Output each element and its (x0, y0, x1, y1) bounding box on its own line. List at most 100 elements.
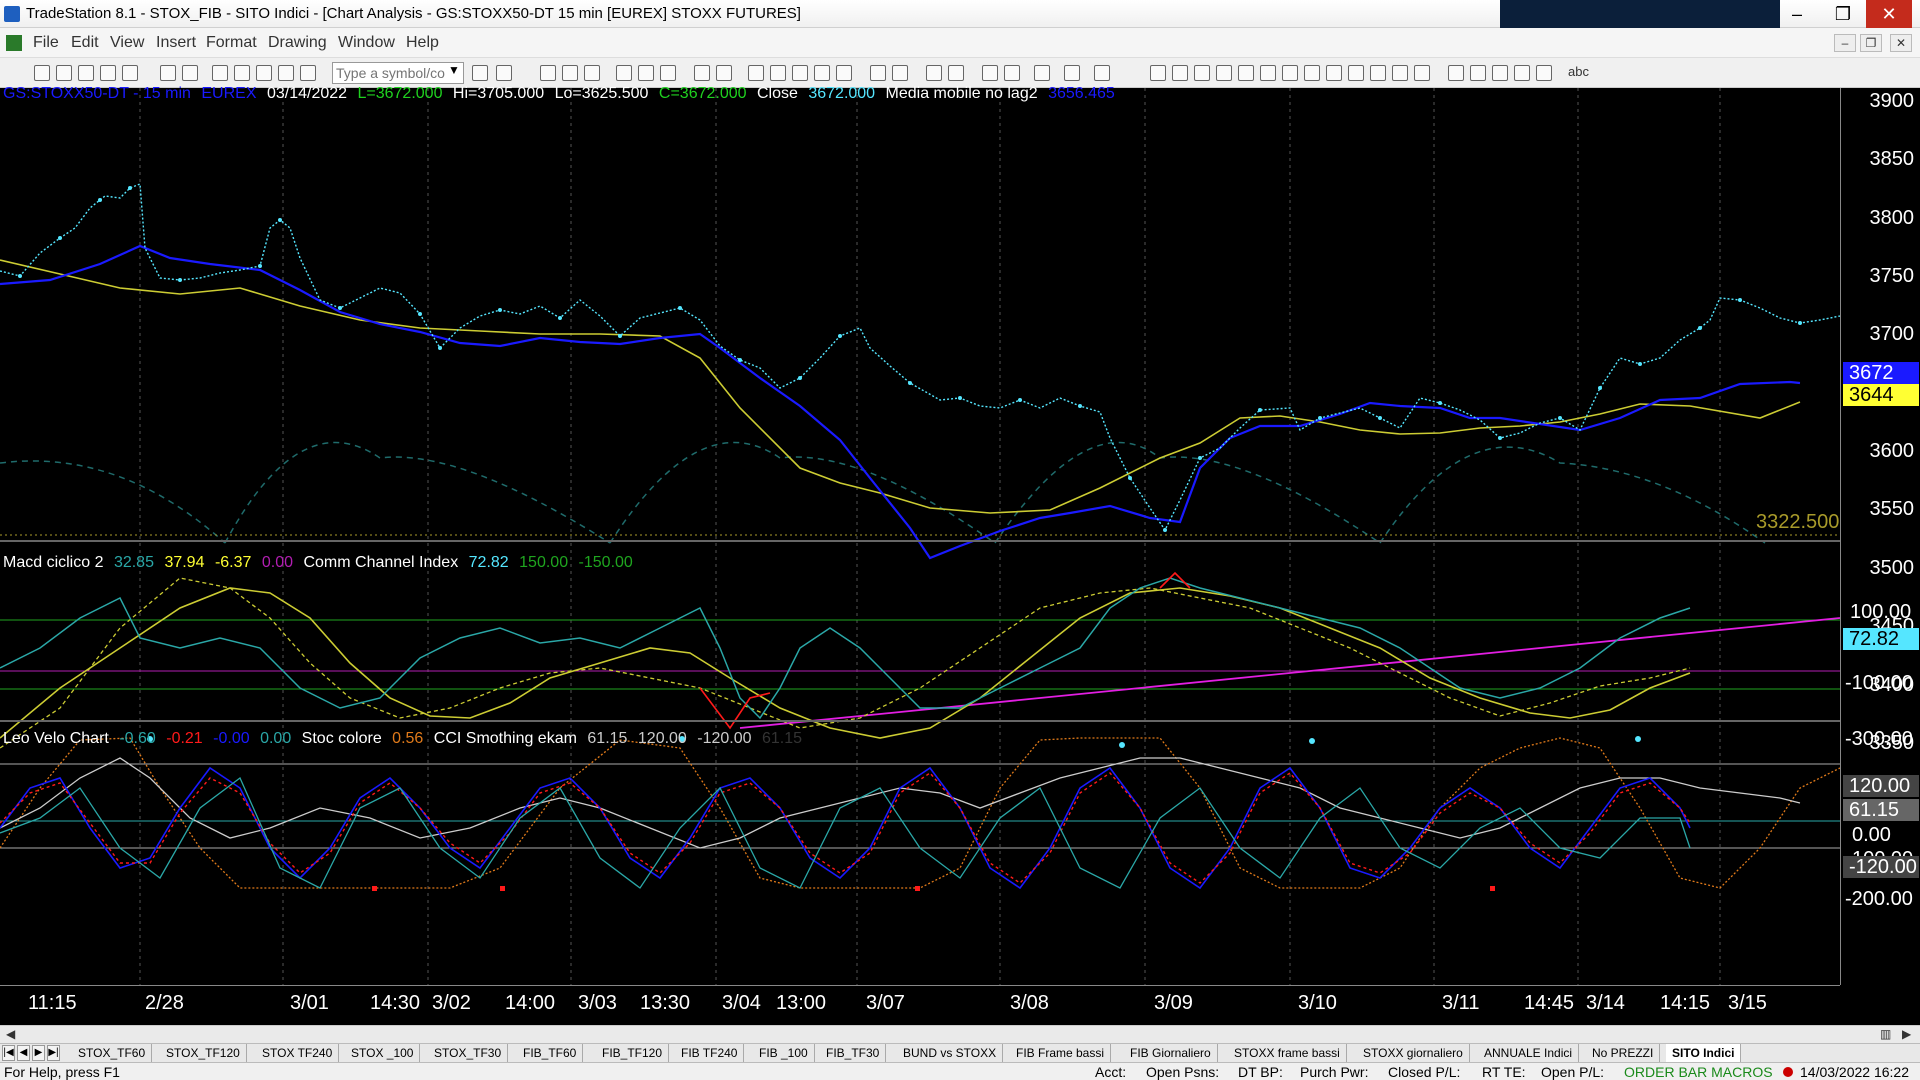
regression-icon[interactable] (1326, 65, 1342, 81)
arrow-down-icon[interactable] (1470, 65, 1486, 81)
chart-analysis-window[interactable]: GS:STOXX50-DT - 15 min EUREX 03/14/2022 … (0, 85, 1920, 1025)
menu-drawing[interactable]: Drawing (268, 34, 327, 52)
horizontal-scrollbar[interactable]: ◀ ▥ ▶ (0, 1025, 1920, 1043)
tab-fib-tf120[interactable]: FIB_TF120 (596, 1044, 670, 1063)
ohlc-icon[interactable] (836, 65, 852, 81)
insert-strategy-icon[interactable] (716, 65, 732, 81)
scroll-left-icon[interactable] (870, 65, 886, 81)
save-workspace-icon[interactable] (122, 65, 138, 81)
tab-stoxx-giornaliero[interactable]: STOXX giornaliero (1357, 1044, 1470, 1063)
text-tool-icon[interactable]: abc (1568, 64, 1589, 79)
chart-canvas[interactable] (0, 88, 1840, 985)
tab-stox-tf240[interactable]: STOX TF240 (256, 1044, 340, 1063)
ellipse-icon[interactable] (1514, 65, 1530, 81)
zoom-in-icon[interactable] (926, 65, 942, 81)
tab-fib-giornaliero[interactable]: FIB Giornaliero (1124, 1044, 1218, 1063)
minimize-button[interactable]: – (1774, 0, 1820, 28)
tab-annuale-indici[interactable]: ANNUALE Indici (1478, 1044, 1580, 1063)
tab-fib-tf30[interactable]: FIB_TF30 (820, 1044, 887, 1063)
arrow-up-icon[interactable] (1492, 65, 1508, 81)
insert-indicator-icon[interactable] (694, 65, 710, 81)
tab-fib-frame-bassi[interactable]: FIB Frame bassi (1010, 1044, 1112, 1063)
arc-icon[interactable] (1370, 65, 1386, 81)
chart-window-icon[interactable] (6, 35, 22, 51)
radar-icon[interactable] (770, 65, 786, 81)
pencil-icon[interactable] (1414, 65, 1430, 81)
tab-last-button[interactable]: ▶| (47, 1045, 60, 1061)
menu-insert[interactable]: Insert (156, 34, 196, 52)
open-workspace-icon[interactable] (78, 65, 94, 81)
delete-drawing-icon[interactable] (1094, 65, 1110, 81)
tab-stox-tf60[interactable]: STOX_TF60 (72, 1044, 153, 1063)
candle-icon[interactable] (814, 65, 830, 81)
tab-bund-vs-stoxx[interactable]: BUND vs STOXX (897, 1044, 1004, 1063)
tab-stoxx-frame-bassi[interactable]: STOXX frame bassi (1228, 1044, 1347, 1063)
channel-icon[interactable] (1304, 65, 1320, 81)
andrews-pitchfork-icon[interactable] (1238, 65, 1254, 81)
freehand-icon[interactable] (1448, 65, 1464, 81)
tab-no-prezzi[interactable]: No PREZZI (1586, 1044, 1661, 1063)
tab-fib-tf240[interactable]: FIB TF240 (675, 1044, 745, 1063)
tab-next-button[interactable]: ▶ (32, 1045, 45, 1061)
open-icon[interactable] (56, 65, 72, 81)
window-icon[interactable] (212, 65, 228, 81)
tab-first-button[interactable]: |◀ (2, 1045, 15, 1061)
menu-format[interactable]: Format (206, 34, 257, 52)
scroll-right-arrow-icon[interactable]: ▶ (1902, 1027, 1911, 1041)
tab-fib-tf60[interactable]: FIB_TF60 (517, 1044, 584, 1063)
fibonacci-icon[interactable] (1216, 65, 1232, 81)
tools-icon[interactable] (1034, 65, 1050, 81)
grid-icon[interactable] (540, 65, 556, 81)
menu-view[interactable]: View (110, 34, 144, 52)
rectangle-icon[interactable] (1536, 65, 1552, 81)
menu-edit[interactable]: Edit (71, 34, 99, 52)
close-button[interactable]: ✕ (1866, 0, 1912, 28)
time-zones-icon[interactable] (1282, 65, 1298, 81)
tab-prev-button[interactable]: ◀ (17, 1045, 30, 1061)
bar-chart-icon[interactable] (792, 65, 808, 81)
symbol-input[interactable] (332, 62, 464, 84)
table-icon[interactable] (584, 65, 600, 81)
chart-type-icon[interactable] (616, 65, 632, 81)
status-order-bar-macros[interactable]: ORDER BAR MACROS (1624, 1064, 1773, 1080)
gann-fan-icon[interactable] (1260, 65, 1276, 81)
speedline-icon[interactable] (1348, 65, 1364, 81)
scroll-left-arrow-icon[interactable]: ◀ (6, 1027, 15, 1041)
alert-icon[interactable] (278, 65, 294, 81)
lock-icon[interactable] (234, 65, 250, 81)
tab-stox-tf120[interactable]: STOX_TF120 (160, 1044, 247, 1063)
tab-fib-100[interactable]: FIB _100 (753, 1044, 815, 1063)
print-icon[interactable] (160, 65, 176, 81)
chart-format-icon[interactable] (660, 65, 676, 81)
maximize-button[interactable]: ❐ (1820, 0, 1866, 28)
cascade-icon[interactable] (256, 65, 272, 81)
analysis-icon[interactable] (748, 65, 764, 81)
horizontal-lines-icon[interactable] (1194, 65, 1210, 81)
tab-stox-tf30[interactable]: STOX_TF30 (428, 1044, 509, 1063)
symbol-dropdown-icon[interactable]: ▼ (448, 63, 460, 77)
scroll-right-icon[interactable] (892, 65, 908, 81)
menu-window[interactable]: Window (338, 34, 395, 52)
tab-sito-indici[interactable]: SITO Indici (1666, 1044, 1742, 1063)
mdi-close-button[interactable]: ✕ (1890, 34, 1912, 52)
order-bar-icon[interactable] (1064, 65, 1080, 81)
mdi-restore-button[interactable]: ❐ (1860, 34, 1882, 52)
symbol-lookup-icon[interactable] (496, 65, 512, 81)
data-window-icon[interactable] (1004, 65, 1020, 81)
pane-separator[interactable] (0, 720, 1920, 722)
time-axis[interactable]: 11:15 2/28 3/01 14:30 3/02 14:00 3/03 13… (0, 985, 1840, 1025)
pointer-icon[interactable] (982, 65, 998, 81)
menu-help[interactable]: Help (406, 34, 439, 52)
save-icon[interactable] (100, 65, 116, 81)
menu-file[interactable]: File (33, 34, 59, 52)
new-icon[interactable] (34, 65, 50, 81)
scroll-thumb[interactable]: ▥ (1880, 1027, 1891, 1041)
go-icon[interactable] (472, 65, 488, 81)
vertical-lines-icon[interactable] (1172, 65, 1188, 81)
trendline-icon[interactable] (1150, 65, 1166, 81)
globe-icon[interactable] (300, 65, 316, 81)
print-preview-icon[interactable] (182, 65, 198, 81)
chart-style-icon[interactable] (638, 65, 654, 81)
cycle-lines-icon[interactable] (1392, 65, 1408, 81)
list-icon[interactable] (562, 65, 578, 81)
